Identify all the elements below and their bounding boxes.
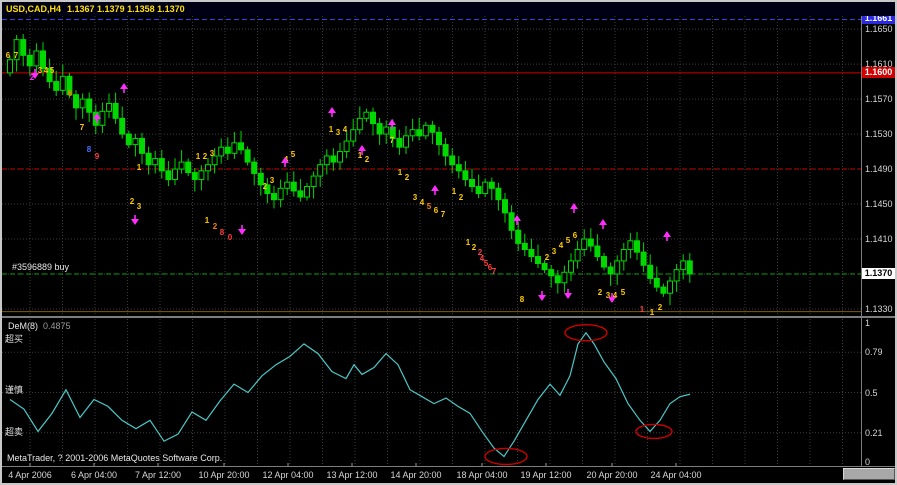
time-tick-label: 14 Apr 20:00 [384, 470, 448, 480]
price-marker-box: 1.1600 [862, 67, 895, 78]
chart-canvas[interactable]: #3596889 buy6723456789123123128023451341… [2, 2, 861, 483]
svg-text:5: 5 [427, 202, 432, 211]
svg-text:7: 7 [492, 267, 497, 276]
indicator-tick-label: 1 [863, 318, 897, 328]
svg-text:3: 3 [270, 176, 275, 185]
indicator-value-label: 0.4875 [38, 321, 71, 331]
time-tick-label: 10 Apr 20:00 [192, 470, 256, 480]
svg-text:4: 4 [343, 125, 348, 134]
time-tick-label: 4 Apr 2006 [0, 470, 62, 480]
svg-text:0: 0 [228, 233, 233, 242]
symbol-timeframe-label: USD,CAD,H4 [2, 4, 61, 14]
indicator-name-label: DeM(8) [8, 321, 38, 331]
panel-divider[interactable] [2, 316, 895, 318]
svg-text:4: 4 [559, 241, 564, 250]
svg-text:1: 1 [329, 125, 334, 134]
svg-text:2: 2 [203, 152, 208, 161]
svg-text:3: 3 [137, 202, 142, 211]
svg-text:7: 7 [441, 210, 446, 219]
svg-text:6: 6 [68, 89, 73, 98]
svg-text:6: 6 [434, 206, 439, 215]
svg-text:2: 2 [545, 253, 550, 262]
zone-label: 超买 [5, 332, 23, 345]
svg-text:3: 3 [552, 247, 557, 256]
indicator-tick-label: 0 [863, 457, 897, 467]
zone-label: 超卖 [5, 425, 23, 438]
svg-text:2: 2 [405, 173, 410, 182]
price-marker-box: 1.1370 [862, 268, 895, 279]
svg-text:3: 3 [336, 128, 341, 137]
svg-text:2: 2 [598, 288, 603, 297]
time-tick-label: 18 Apr 04:00 [450, 470, 514, 480]
svg-text:6: 6 [573, 231, 578, 240]
chart-title-bar: USD,CAD,H41.1367 1.1379 1.1358 1.1370 [2, 2, 895, 16]
horizontal-scrollbar-thumb[interactable] [843, 468, 895, 480]
svg-text:4: 4 [420, 198, 425, 207]
zone-label: 谨慎 [5, 383, 23, 396]
svg-text:2: 2 [263, 182, 268, 191]
svg-text:7: 7 [80, 123, 85, 132]
time-tick-label: 6 Apr 04:00 [62, 470, 126, 480]
svg-text:3: 3 [210, 149, 215, 158]
time-tick-label: 12 Apr 04:00 [256, 470, 320, 480]
svg-text:1: 1 [137, 163, 142, 172]
indicator-tick-label: 0.79 [863, 347, 897, 357]
svg-text:1: 1 [205, 216, 210, 225]
svg-text:8: 8 [87, 145, 92, 154]
svg-text:1: 1 [466, 238, 471, 247]
svg-text:1: 1 [452, 187, 457, 196]
svg-text:2: 2 [459, 193, 464, 202]
svg-text:1: 1 [196, 152, 201, 161]
time-tick-label: 7 Apr 12:00 [126, 470, 190, 480]
svg-text:7: 7 [390, 136, 395, 145]
svg-text:8: 8 [520, 295, 525, 304]
time-axis-separator [2, 466, 895, 467]
price-tick-label: 1.1650 [863, 24, 897, 34]
svg-text:2: 2 [472, 243, 477, 252]
svg-text:2: 2 [130, 197, 135, 206]
price-tick-label: 1.1450 [863, 199, 897, 209]
svg-text:8: 8 [220, 228, 225, 237]
svg-text:5: 5 [621, 288, 626, 297]
price-tick-label: 1.1410 [863, 234, 897, 244]
svg-text:2: 2 [365, 155, 370, 164]
svg-text:1: 1 [398, 168, 403, 177]
svg-text:5: 5 [291, 150, 296, 159]
svg-text:5: 5 [566, 236, 571, 245]
svg-text:3: 3 [413, 193, 418, 202]
time-tick-label: 19 Apr 12:00 [514, 470, 578, 480]
svg-text:1: 1 [640, 305, 645, 314]
indicator-tick-label: 0.5 [863, 388, 897, 398]
svg-text:7: 7 [14, 51, 19, 60]
price-tick-label: 1.1330 [863, 304, 897, 314]
svg-text:9: 9 [95, 152, 100, 161]
price-tick-label: 1.1530 [863, 129, 897, 139]
indicator-title: DeM(8)0.4875 [8, 321, 71, 331]
svg-text:6: 6 [6, 51, 11, 60]
price-tick-label: 1.1570 [863, 94, 897, 104]
price-axis-separator [861, 16, 862, 466]
svg-text:#3596889 buy: #3596889 buy [12, 262, 70, 272]
svg-text:2: 2 [658, 303, 663, 312]
price-tick-label: 1.1490 [863, 164, 897, 174]
svg-text:5: 5 [50, 66, 55, 75]
svg-text:4: 4 [44, 66, 49, 75]
time-tick-label: 24 Apr 04:00 [644, 470, 708, 480]
svg-text:2: 2 [213, 222, 218, 231]
time-tick-label: 13 Apr 12:00 [320, 470, 384, 480]
time-tick-label: 20 Apr 20:00 [580, 470, 644, 480]
indicator-tick-label: 0.21 [863, 428, 897, 438]
metatrader-chart-window: USD,CAD,H41.1367 1.1379 1.1358 1.1370 Fx… [0, 0, 897, 485]
status-bar-text: MetaTrader, ? 2001-2006 MetaQuotes Softw… [7, 453, 222, 463]
ohlc-values-label: 1.1367 1.1379 1.1358 1.1370 [61, 4, 185, 14]
